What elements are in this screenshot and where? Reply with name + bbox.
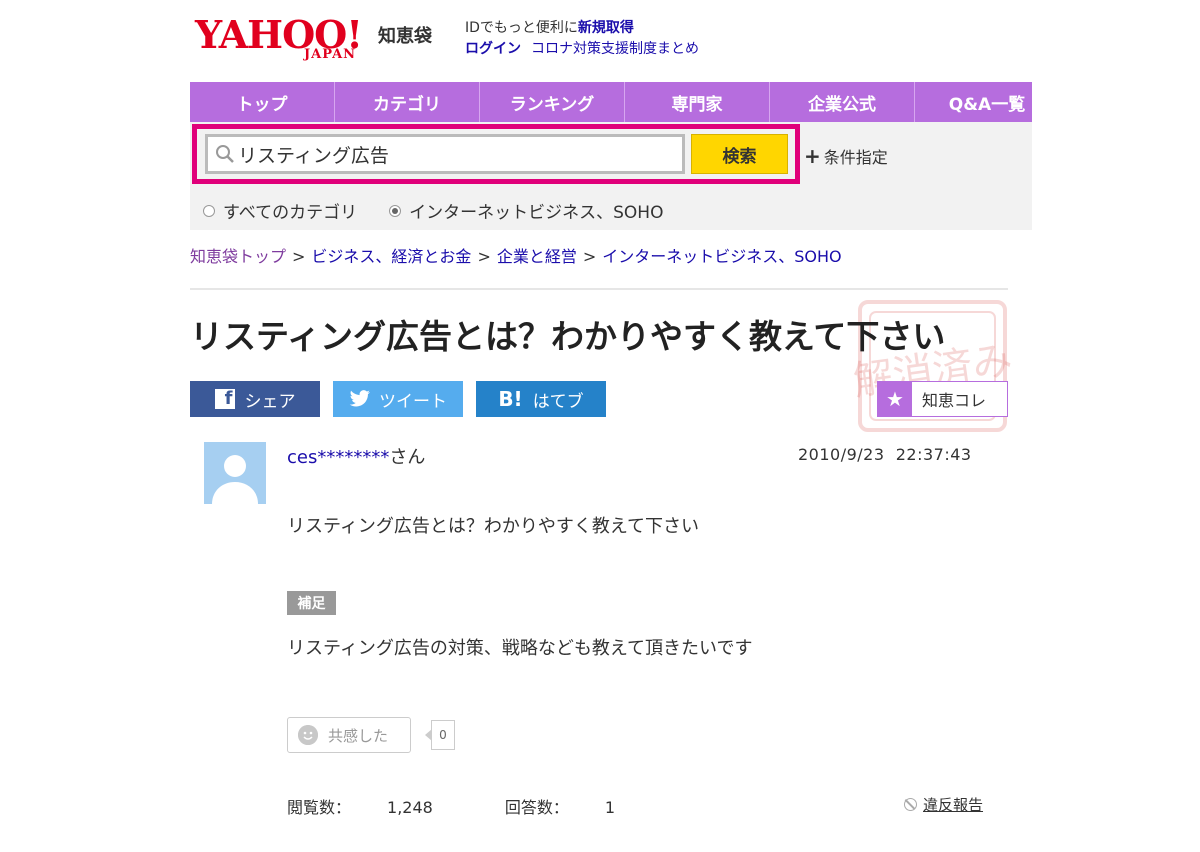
- promo-text: IDでもっと便利に: [465, 20, 578, 36]
- nav-ranking[interactable]: ランキング: [480, 82, 625, 122]
- facebook-share-button[interactable]: f シェア: [190, 381, 320, 417]
- report-link[interactable]: 違反報告: [904, 794, 983, 815]
- twitter-tweet-label: ツイート: [379, 391, 447, 412]
- hatena-label: はてブ: [532, 391, 584, 412]
- login-link[interactable]: ログイン: [465, 41, 521, 57]
- search-button[interactable]: 検索: [691, 134, 788, 174]
- breadcrumb-chiebukuro-top[interactable]: 知恵袋トップ: [190, 247, 286, 266]
- chie-collection-button[interactable]: ★ 知恵コレ: [877, 381, 1008, 417]
- service-name[interactable]: 知恵袋: [378, 22, 432, 48]
- radio-all-categories[interactable]: [203, 204, 215, 217]
- prohibited-icon: [904, 798, 917, 811]
- breadcrumb: 知恵袋トップ > ビジネス、経済とお金 > 企業と経営 > インターネットビジネス、SOHO: [190, 243, 842, 267]
- hatena-bookmark-icon: B!: [498, 387, 523, 411]
- facebook-icon: f: [214, 388, 235, 409]
- breadcrumb-separator: >: [292, 247, 306, 266]
- question-timestamp: 2010/9/23 22:37:43: [798, 445, 972, 464]
- nav-category[interactable]: カテゴリ: [335, 82, 480, 122]
- avatar[interactable]: [204, 442, 266, 504]
- global-nav: トップ カテゴリ ランキング 専門家 企業公式 Q&A一覧: [190, 82, 1032, 122]
- breadcrumb-separator: >: [582, 247, 597, 266]
- hatena-bookmark-button[interactable]: B! はてブ: [476, 381, 606, 417]
- breadcrumb-management[interactable]: 企業と経営: [497, 247, 577, 266]
- question-date: 2010/9/23: [798, 445, 885, 464]
- report-label: 違反報告: [923, 796, 984, 814]
- magnifier-icon: [216, 145, 234, 163]
- chie-collection-label: 知恵コレ: [922, 391, 987, 410]
- search-conditions-link[interactable]: + 条件指定: [804, 144, 888, 168]
- view-count: 閲覧数： 1,248: [287, 798, 469, 817]
- supplement-badge: 補足: [287, 591, 336, 615]
- empathy-label: 共感した: [328, 726, 389, 745]
- twitter-tweet-button[interactable]: ツイート: [333, 381, 463, 417]
- nav-top[interactable]: トップ: [190, 82, 335, 122]
- question-body: リスティング広告とは？わかりやすく教えて下さい: [287, 516, 700, 537]
- divider: [190, 288, 1008, 290]
- nav-official[interactable]: 企業公式: [770, 82, 915, 122]
- star-icon: ★: [878, 382, 912, 416]
- question-title: リスティング広告とは？わかりやすく教えて下さい: [190, 317, 946, 356]
- covid-support-link[interactable]: コロナ対策支援制度まとめ: [531, 41, 699, 57]
- question-stats: 閲覧数： 1,248 回答数： 1: [287, 794, 687, 818]
- promo-line: IDでもっと便利に新規取得: [465, 17, 634, 37]
- breadcrumb-business[interactable]: ビジネス、経済とお金: [311, 247, 471, 266]
- questioner-suffix: さん: [389, 447, 426, 468]
- answer-count-value: 1: [604, 798, 616, 817]
- user-silhouette-icon: [212, 455, 258, 504]
- header-links: ログイン コロナ対策支援制度まとめ: [465, 38, 709, 58]
- nav-qa-list[interactable]: Q&A一覧: [915, 82, 1032, 122]
- radio-this-label[interactable]: インターネットビジネス、SOHO: [409, 198, 663, 223]
- signup-link[interactable]: 新規取得: [578, 20, 634, 36]
- answer-count-label: 回答数：: [504, 798, 569, 817]
- answer-count: 回答数： 1: [505, 798, 651, 817]
- twitter-bird-icon: [349, 390, 370, 407]
- breadcrumb-separator: >: [477, 247, 491, 266]
- radio-this-category[interactable]: [389, 204, 402, 217]
- search-conditions-label: 条件指定: [823, 148, 888, 167]
- empathy-count: 0: [431, 720, 455, 750]
- questioner: ces********さん: [287, 443, 425, 469]
- view-count-value: 1,248: [387, 798, 433, 817]
- questioner-name[interactable]: ces********: [287, 447, 389, 468]
- category-scope: すべてのカテゴリ インターネットビジネス、SOHO: [203, 198, 695, 223]
- question-time: 22:37:43: [895, 445, 972, 464]
- nav-experts[interactable]: 専門家: [625, 82, 770, 122]
- supplement-text: リスティング広告の対策、戦略なども教えて頂きたいです: [287, 638, 753, 659]
- search-box[interactable]: [205, 134, 685, 174]
- search-input[interactable]: [236, 143, 670, 165]
- plus-icon: +: [804, 144, 821, 168]
- radio-all-label[interactable]: すべてのカテゴリ: [223, 198, 357, 223]
- facebook-share-label: シェア: [244, 391, 296, 412]
- yahoo-logo-japan: JAPAN: [304, 47, 357, 62]
- breadcrumb-internet-business[interactable]: インターネットビジネス、SOHO: [602, 247, 841, 266]
- empathy-button[interactable]: 共感した: [287, 717, 411, 753]
- smiley-icon: [298, 725, 318, 745]
- view-count-label: 閲覧数：: [287, 798, 352, 817]
